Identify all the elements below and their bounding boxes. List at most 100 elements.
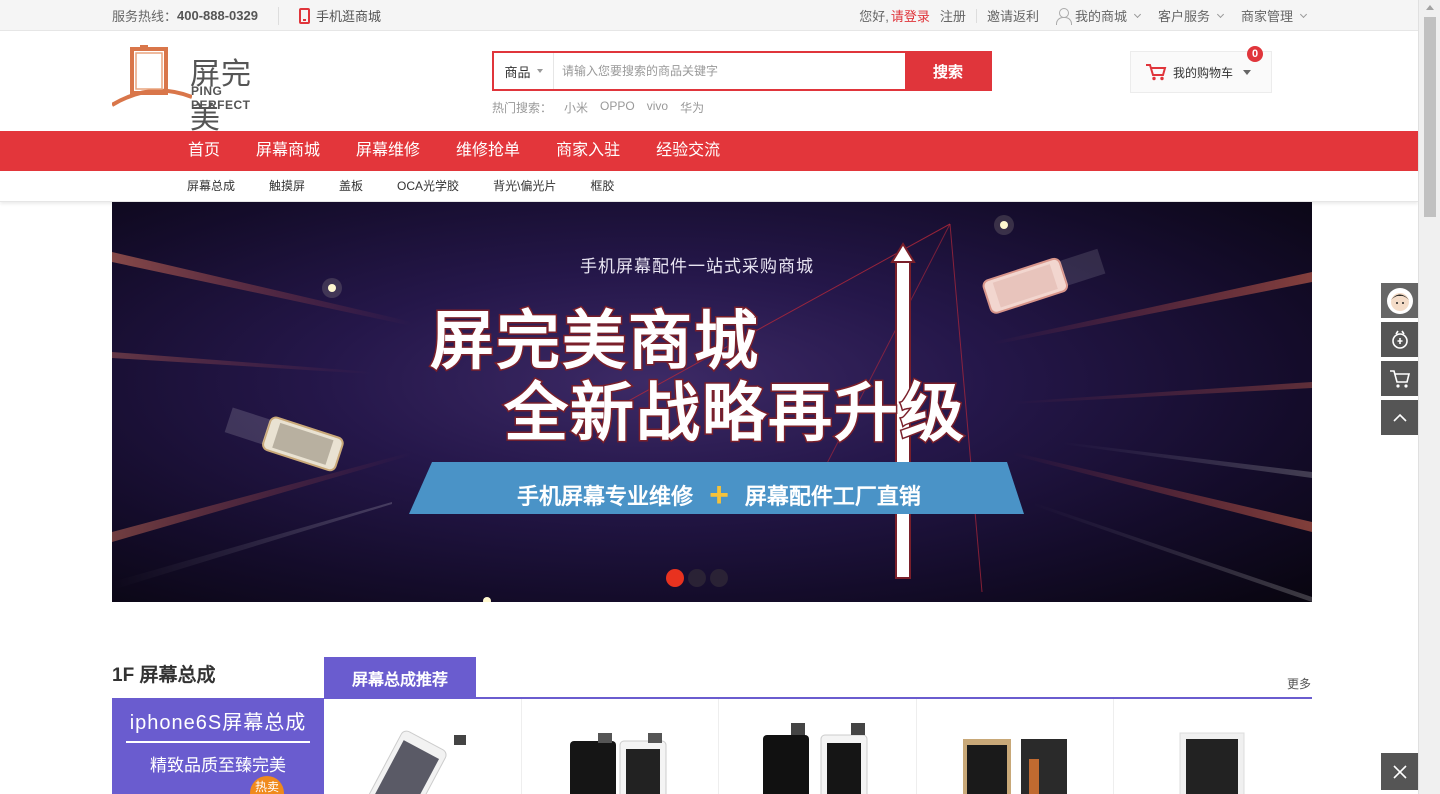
plus-icon: + xyxy=(709,476,729,514)
mobile-mall-link[interactable]: 手机逛商城 xyxy=(298,6,381,25)
hot-sale-badge: 热卖 xyxy=(250,776,284,794)
subnav-item-cover[interactable]: 盖板 xyxy=(339,171,363,202)
subnav-item-touchscreen[interactable]: 触摸屏 xyxy=(269,171,305,202)
banner-ribbon-left: 手机屏幕专业维修 xyxy=(517,484,694,509)
product-card[interactable] xyxy=(1114,699,1312,794)
search-type-select[interactable]: 商品 xyxy=(494,53,554,89)
top-bar: 服务热线： 400-888-0329 手机逛商城 您好, 请登录 注册 邀请返利… xyxy=(0,0,1418,31)
login-link[interactable]: 请登录 xyxy=(891,6,930,25)
hot-keyword[interactable]: 小米 xyxy=(564,99,588,116)
cart-icon xyxy=(1389,369,1410,388)
user-icon xyxy=(1055,7,1072,25)
promo-line2: 精致品质至臻完美 xyxy=(150,756,286,775)
hot-keyword[interactable]: vivo xyxy=(647,99,668,116)
banner-subtitle: 手机屏幕配件一站式采购商城 xyxy=(580,257,814,276)
category-subnav: 屏幕总成 触摸屏 盖板 OCA光学胶 背光\偏光片 框胶 xyxy=(0,171,1418,202)
cart-count-badge: 0 xyxy=(1247,46,1263,62)
headset-icon xyxy=(1391,330,1408,349)
chevron-down-icon xyxy=(1133,10,1142,18)
nav-item-experience[interactable]: 经验交流 xyxy=(656,131,720,171)
hotline-label: 服务热线： xyxy=(112,9,178,24)
logo-icon xyxy=(110,45,193,107)
phone-icon xyxy=(298,7,310,24)
subnav-item-frame-glue[interactable]: 框胶 xyxy=(590,171,614,202)
search-type-label: 商品 xyxy=(504,64,531,80)
search-button[interactable]: 搜索 xyxy=(905,52,991,90)
chevron-down-icon xyxy=(1243,69,1252,75)
subnav-item-backlight[interactable]: 背光\偏光片 xyxy=(493,171,556,202)
customer-service-label: 客户服务 xyxy=(1157,9,1210,24)
header: 屏完美 PING PERFECT 商品 搜索 热门搜索： 小米 OPPO viv… xyxy=(0,31,1418,136)
close-icon xyxy=(1392,764,1407,779)
divider xyxy=(126,741,310,743)
page-scrollbar[interactable] xyxy=(1418,0,1440,794)
close-panel-button[interactable] xyxy=(1381,753,1418,790)
floor-tab-recommend[interactable]: 屏幕总成推荐 xyxy=(324,657,476,698)
carousel-dot[interactable] xyxy=(666,569,684,587)
hot-keyword[interactable]: OPPO xyxy=(600,99,635,116)
product-image xyxy=(365,730,466,794)
merchant-management-menu[interactable]: 商家管理 xyxy=(1240,6,1308,25)
floor-more-link[interactable]: 更多 xyxy=(1287,675,1311,692)
search-input[interactable] xyxy=(554,53,905,89)
hero-banner[interactable]: 手机屏幕配件一站式采购商城 屏完美商城 全新战略再升级 手机屏幕专业维修 + 屏… xyxy=(112,202,1312,602)
main-nav: 首页 屏幕商城 屏幕维修 维修抢单 商家入驻 经验交流 xyxy=(0,131,1418,171)
chevron-up-icon xyxy=(1392,413,1407,422)
subnav-item-screen-assembly[interactable]: 屏幕总成 xyxy=(187,171,235,202)
product-card[interactable] xyxy=(719,699,917,794)
invite-rebate-link[interactable]: 邀请返利 xyxy=(987,6,1039,25)
chevron-down-icon xyxy=(1216,10,1225,18)
mobile-mall-label: 手机逛商城 xyxy=(315,9,381,24)
nav-item-merchant-join[interactable]: 商家入驻 xyxy=(556,131,620,171)
nav-item-home[interactable]: 首页 xyxy=(188,131,220,171)
customer-service-menu[interactable]: 客户服务 xyxy=(1157,6,1225,25)
promo-line1: iphone6S屏幕总成 xyxy=(129,712,307,734)
nav-item-screen-mall[interactable]: 屏幕商城 xyxy=(256,131,320,171)
logo-subtitle: PING PERFECT xyxy=(191,84,251,112)
site-logo[interactable]: 屏完美 PING PERFECT xyxy=(110,45,282,136)
nav-item-repair-orders[interactable]: 维修抢单 xyxy=(456,131,520,171)
chevron-down-icon xyxy=(536,69,543,73)
product-image xyxy=(763,723,868,794)
product-image xyxy=(1179,732,1245,794)
carousel-dot[interactable] xyxy=(710,569,728,587)
cart-tool-button[interactable] xyxy=(1381,361,1418,396)
carousel-dot[interactable] xyxy=(688,569,706,587)
banner-ribbon: 手机屏幕专业维修 + 屏幕配件工厂直销 xyxy=(412,478,1026,512)
nav-item-screen-repair[interactable]: 屏幕维修 xyxy=(356,131,420,171)
product-list xyxy=(324,699,1312,794)
chevron-down-icon xyxy=(1299,10,1308,18)
my-mall-label: 我的商城 xyxy=(1074,9,1127,24)
back-to-top-button[interactable] xyxy=(1381,400,1418,435)
search-bar: 商品 搜索 xyxy=(492,51,992,91)
hot-search: 热门搜索： 小米 OPPO vivo 华为 xyxy=(492,99,704,116)
greeting-text: 您好, xyxy=(859,9,889,24)
scrollbar-thumb[interactable] xyxy=(1424,17,1436,217)
scroll-up-arrow-icon[interactable] xyxy=(1426,5,1434,10)
product-card[interactable] xyxy=(917,699,1115,794)
divider xyxy=(975,8,977,23)
product-image xyxy=(962,739,1067,794)
floor-title: 1F 屏幕总成 xyxy=(112,665,216,686)
customer-avatar-button[interactable] xyxy=(1381,283,1418,318)
cart-label: 我的购物车 xyxy=(1173,65,1234,80)
hot-search-label: 热门搜索： xyxy=(492,101,553,115)
product-card[interactable] xyxy=(324,699,522,794)
carousel-indicators xyxy=(666,569,728,587)
cart-button[interactable]: 我的购物车 0 xyxy=(1130,46,1272,93)
subnav-item-oca[interactable]: OCA光学胶 xyxy=(397,171,459,202)
product-image xyxy=(569,733,667,794)
service-tool-button[interactable] xyxy=(1381,322,1418,357)
my-mall-menu[interactable]: 我的商城 xyxy=(1055,6,1142,25)
floor-promo-ad[interactable]: iphone6S屏幕总成 精致品质至臻完美 热卖 xyxy=(112,698,324,794)
divider xyxy=(277,6,279,25)
hotline-number: 400-888-0329 xyxy=(177,8,258,23)
avatar-icon xyxy=(1386,287,1413,314)
hot-keyword[interactable]: 华为 xyxy=(680,99,704,116)
banner-title-line2: 全新战略再升级 xyxy=(503,376,966,453)
product-card[interactable] xyxy=(522,699,720,794)
merchant-management-label: 商家管理 xyxy=(1240,9,1293,24)
banner-ribbon-right: 屏幕配件工厂直销 xyxy=(744,484,921,509)
register-link[interactable]: 注册 xyxy=(940,6,966,25)
cart-icon xyxy=(1146,64,1167,81)
